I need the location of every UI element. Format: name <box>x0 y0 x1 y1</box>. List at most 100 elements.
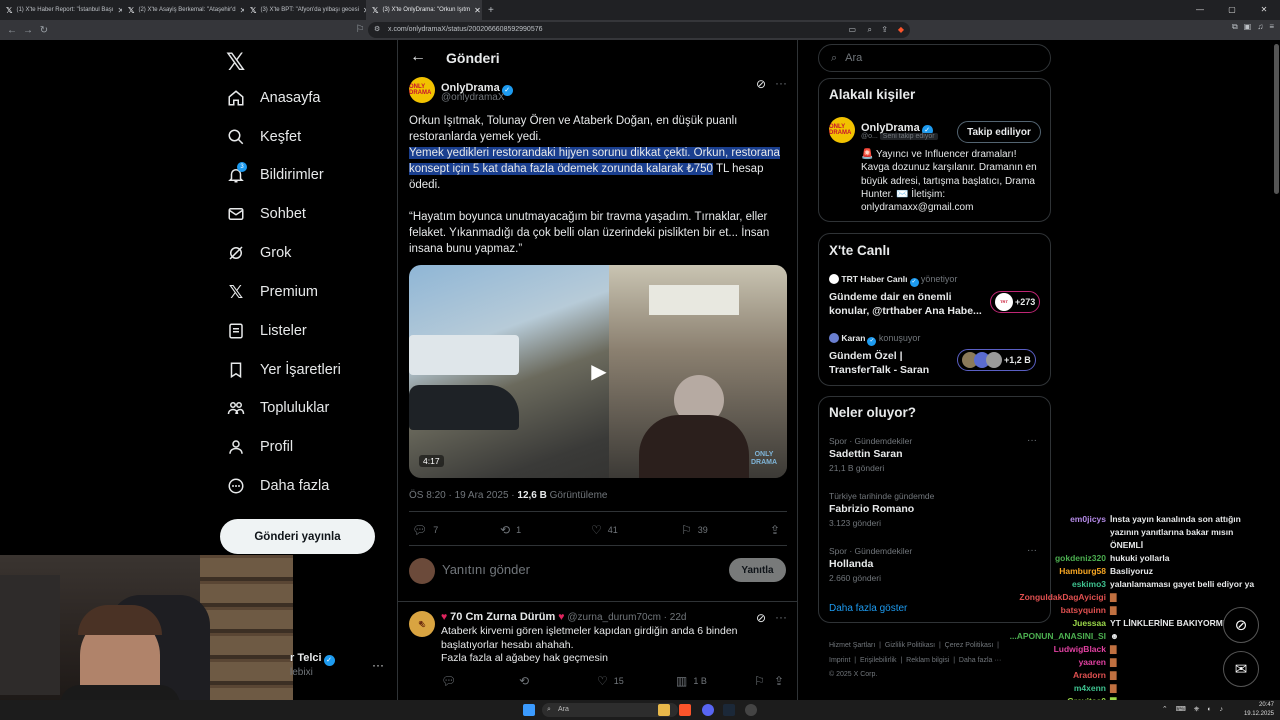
comment-share-action[interactable]: ⇪ <box>774 674 784 688</box>
profile-icon <box>226 437 246 457</box>
post-button[interactable]: Gönderi yayınla <box>220 519 375 554</box>
emote-icon: ☻ <box>1110 631 1119 641</box>
comment-author-row[interactable]: ♥ 70 Cm Zurna Dürüm ♥ @zurna_durum70cm ·… <box>441 611 686 623</box>
sidebar-item-bookmarks[interactable]: Yer İşaretleri <box>226 355 341 385</box>
system-clock[interactable]: 20:47 19.12.2025 <box>1244 701 1274 719</box>
post-more-icon[interactable]: ··· <box>775 76 787 90</box>
x-logo-icon[interactable]: 𝕏 <box>226 48 245 77</box>
forward-icon[interactable]: → <box>20 25 36 36</box>
screen-icon[interactable]: ▭ <box>848 22 856 38</box>
sidebar-item-grok[interactable]: Grok <box>226 238 291 268</box>
grok-float-button[interactable]: ⊘ <box>1223 607 1259 643</box>
live-listeners-pill[interactable]: TRT +273 <box>990 291 1041 313</box>
share-action[interactable]: ⇪ <box>770 523 780 537</box>
trend-more-icon[interactable]: ··· <box>1027 545 1037 556</box>
new-tab-button[interactable]: + <box>482 0 502 20</box>
live-title-text[interactable]: Gündeme dair en önemli konular, @trthabe… <box>829 290 984 318</box>
avatar[interactable]: ONLY DRAMA <box>409 77 435 103</box>
browser-tab[interactable]: 𝕏 (1) X'te Haber Report: "İstanbul Başı ✕ <box>0 0 122 20</box>
sidebar-item-explore[interactable]: Keşfet <box>226 122 301 152</box>
comment-reply-action[interactable]: 💬︎ <box>441 674 456 688</box>
brave-icon[interactable] <box>679 704 691 716</box>
comment-bookmark-action[interactable]: ⚐ <box>754 674 765 688</box>
sidebar-item-more[interactable]: Daha fazla <box>226 471 329 501</box>
post-video[interactable]: ▶ 4:17 ONLY DRAMA <box>409 265 787 478</box>
comment-repost-action[interactable]: ⟲ <box>519 674 529 688</box>
obs-icon[interactable] <box>745 704 757 716</box>
avatar[interactable]: ONLY DRAMA <box>829 117 855 143</box>
reply-action[interactable]: 💬︎ 7 <box>412 523 438 537</box>
extensions-icon[interactable]: ⧉ <box>1232 22 1238 32</box>
trt-logo-icon <box>829 274 839 284</box>
reply-icon: 💬︎ <box>412 523 428 537</box>
live-host[interactable]: Karan ✓ konuşuyor <box>829 333 920 346</box>
brave-shield-icon[interactable]: ◆ <box>898 22 904 38</box>
reload-icon[interactable]: ↻ <box>36 25 52 36</box>
live-host[interactable]: TRT Haber Canlı ✓ yönetiyor <box>829 274 957 287</box>
close-icon[interactable]: ✕ <box>474 6 481 15</box>
back-icon[interactable]: ← <box>4 25 20 36</box>
reply-input[interactable]: Yanıtını gönder <box>442 562 530 577</box>
file-explorer-icon[interactable] <box>658 704 670 716</box>
browser-tab[interactable]: 𝕏 (2) X'te Asayiş Berkemal: "Ataşehir'd ✕ <box>122 0 244 20</box>
system-tray-icons[interactable]: ⌃ ⌨ ⎈ ◐ ♪ <box>1162 705 1226 714</box>
live-listeners-pill[interactable]: +1,2 B <box>957 349 1036 371</box>
reply-button[interactable]: Yanıtla <box>729 558 786 582</box>
bookmark-page-icon[interactable]: ⚐ <box>352 24 368 35</box>
live-title-text[interactable]: Gündem Özel | TransferTalk - Saran <box>829 349 949 377</box>
sidebar-item-notifications[interactable]: 3 Bildirimler <box>226 160 324 190</box>
comment-more-icon[interactable]: ··· <box>775 610 787 624</box>
comment-views-action[interactable]: ▥ 1 B <box>676 674 707 688</box>
browser-tab[interactable]: 𝕏(3) X'te BPT: "Afyon'da yılbaşı gecesi✕ <box>244 0 366 20</box>
sidebar-item-communities[interactable]: Topluluklar <box>226 393 329 423</box>
repost-action[interactable]: ⟲ 1 <box>500 523 521 537</box>
grok-analyze-icon[interactable]: ⊘ <box>756 77 766 91</box>
trend-item[interactable]: Spor · Gündemdekiler Sadettin Saran 21,1… <box>829 436 1039 473</box>
show-more-link[interactable]: Daha fazla göster <box>829 603 907 614</box>
share-icon[interactable]: ⇪ <box>881 22 888 38</box>
page-scrollbar[interactable] <box>1274 44 1279 194</box>
repost-icon: ⟲ <box>519 674 530 688</box>
account-name[interactable]: r Telci ✓ <box>290 652 335 666</box>
sidebar-item-premium[interactable]: 𝕏 Premium <box>226 277 318 307</box>
trend-item[interactable]: Türkiye tarihinde gündemde Fabrizio Roma… <box>829 491 1039 528</box>
post-handle[interactable]: @onlydramaX <box>441 92 505 103</box>
playlist-icon[interactable]: ♫ <box>1257 22 1263 32</box>
bookmark-action[interactable]: ⚐ 39 <box>681 523 708 537</box>
verified-icon: ✓ <box>323 655 335 666</box>
sidebar-item-chat[interactable]: Sohbet <box>226 199 306 229</box>
webcam-overlay <box>0 555 293 720</box>
account-menu-icon[interactable]: ··· <box>372 658 384 672</box>
play-icon[interactable]: ▶ <box>584 357 614 387</box>
footer-links[interactable]: Hizmet Şartları | Gizlilik Politikası | … <box>829 642 999 649</box>
trend-item[interactable]: Spor · Gündemdekiler Hollanda 2.660 gönd… <box>829 546 1039 583</box>
url-input[interactable]: ⚙ x.com/onlydramaX/status/20020666085929… <box>368 22 910 38</box>
wallet-icon[interactable]: ▣ <box>1244 22 1252 32</box>
site-settings-icon[interactable]: ⚙ <box>374 22 380 38</box>
trend-more-icon[interactable]: ··· <box>1027 435 1037 446</box>
browser-tab-active[interactable]: 𝕏 (3) X'te OnlyDrama: "Orkun Işıtm ✕ <box>366 0 482 20</box>
footer-links[interactable]: Imprint | Erişilebilirlik | Reklam bilgi… <box>829 657 1001 664</box>
back-arrow-icon[interactable]: ← <box>410 48 426 66</box>
menu-icon[interactable]: ≡ <box>1269 22 1274 32</box>
footer-copyright: © 2025 X Corp. <box>829 671 878 678</box>
discord-icon[interactable] <box>702 704 714 716</box>
sidebar-item-lists[interactable]: Listeler <box>226 316 307 346</box>
sidebar-item-profile[interactable]: Profil <box>226 432 293 462</box>
like-action[interactable]: ♡ 41 <box>591 523 618 537</box>
minimize-icon[interactable]: — <box>1184 0 1216 20</box>
sidebar-item-home[interactable]: Anasayfa <box>226 83 320 113</box>
close-window-icon[interactable]: ✕ <box>1248 0 1280 20</box>
avatar[interactable]: 🌯︎ <box>409 611 435 637</box>
comment-like-action[interactable]: ♡ 15 <box>597 674 624 688</box>
grok-analyze-icon[interactable]: ⊘ <box>756 611 766 625</box>
messages-float-button[interactable]: ✉ <box>1223 651 1259 687</box>
zoom-icon[interactable]: ⌕ <box>868 22 872 38</box>
start-icon[interactable] <box>523 704 535 716</box>
repost-icon: ⟲ <box>500 523 511 537</box>
search-input[interactable]: ⌕ Ara <box>818 44 1051 72</box>
following-button[interactable]: Takip ediliyor <box>957 121 1041 143</box>
bell-icon: 3 <box>226 162 247 185</box>
steam-icon[interactable] <box>723 704 735 716</box>
maximize-icon[interactable]: ▢ <box>1216 0 1248 20</box>
